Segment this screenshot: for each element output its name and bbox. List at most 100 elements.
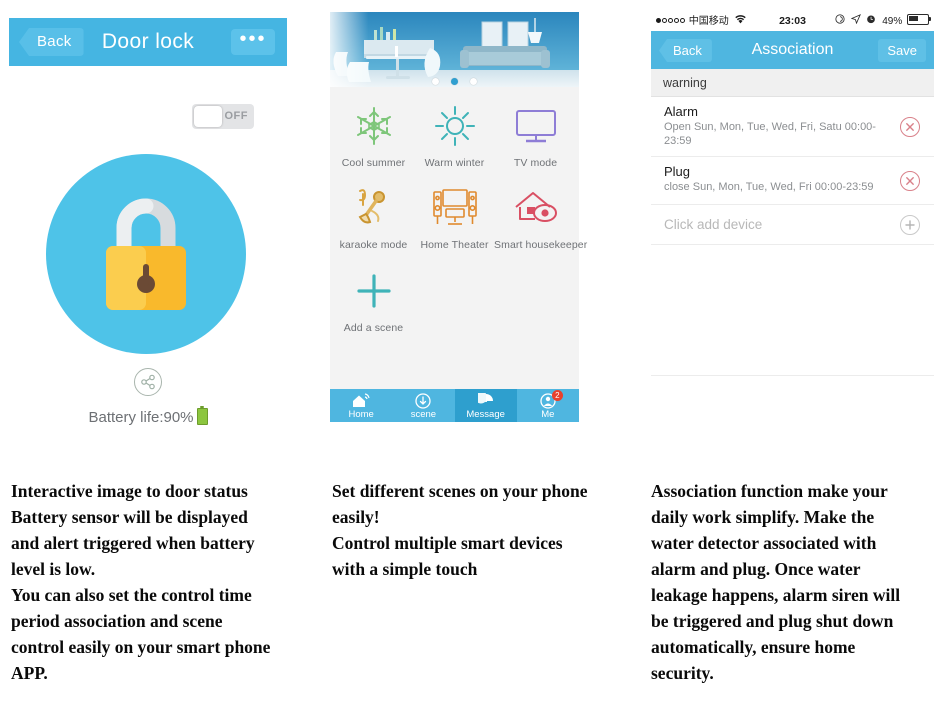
door-lock-header: Door lock Back ••• bbox=[9, 18, 287, 66]
toggle-knob bbox=[194, 106, 222, 127]
caption-line: alarm and plug. Once water bbox=[651, 559, 861, 579]
scene-icon bbox=[392, 392, 454, 409]
rotation-lock-icon bbox=[835, 14, 848, 27]
door-status-indicator[interactable] bbox=[46, 154, 246, 354]
toggle-state-label: OFF bbox=[224, 110, 248, 122]
device-schedule: close Sun, Mon, Tue, Wed, Fri 00:00-23:5… bbox=[664, 181, 874, 193]
back-button[interactable]: Back bbox=[659, 39, 712, 62]
add-device-row[interactable]: Click add device bbox=[651, 205, 934, 245]
carousel-dot[interactable] bbox=[470, 78, 478, 85]
location-arrow-icon bbox=[850, 14, 864, 27]
device-name: Alarm bbox=[664, 104, 698, 119]
add-circle-icon[interactable] bbox=[900, 214, 920, 235]
list-item[interactable]: Plug close Sun, Mon, Tue, Wed, Fri 00:00… bbox=[651, 157, 934, 205]
caption-line: water detector associated with bbox=[651, 533, 877, 553]
caption-line: automatically, ensure home bbox=[651, 637, 856, 657]
association-list: Alarm Open Sun, Mon, Tue, Wed, Fri, Satu… bbox=[651, 97, 934, 376]
tab-me[interactable]: 2 Me bbox=[517, 389, 579, 422]
caption-line: Set different scenes on your phone bbox=[332, 481, 588, 501]
ios-status-bar: 中国移动 23:03 49% bbox=[651, 12, 934, 31]
home-wifi-icon bbox=[330, 392, 392, 409]
message-badge: 2 bbox=[551, 390, 563, 401]
scene-item-cool-summer[interactable]: Cool summer bbox=[332, 97, 415, 169]
tab-label: Me bbox=[541, 409, 555, 420]
scene-label: Smart housekeeper bbox=[494, 239, 588, 251]
house-eye-icon bbox=[494, 179, 577, 237]
phone-screen-association: 中国移动 23:03 49% Association Back Save war… bbox=[651, 12, 934, 424]
device-name: Plug bbox=[664, 164, 691, 179]
battery-percent-label: 49% bbox=[882, 16, 903, 27]
phone-screen-scenes: Cool summer Warm winter TV mode karaoke … bbox=[330, 12, 588, 422]
bottom-tab-bar: Home scene Message 2 Me bbox=[330, 389, 579, 422]
phone-screen-door-lock: Door lock Back ••• OFF Battery life:90% bbox=[9, 18, 287, 426]
scene-label: Add a scene bbox=[343, 322, 404, 334]
scene-item-home-theater[interactable]: Home Theater bbox=[413, 179, 496, 251]
add-device-label: Click add device bbox=[664, 217, 763, 232]
caption-line: easily! bbox=[332, 507, 380, 527]
association-header: Association Back Save bbox=[651, 31, 934, 69]
television-icon bbox=[494, 97, 577, 155]
carousel-dot[interactable] bbox=[431, 78, 439, 85]
pie-chart-icon bbox=[455, 392, 517, 409]
tab-message[interactable]: Message bbox=[454, 389, 517, 422]
padlock-icon bbox=[106, 198, 186, 310]
caption-line: be triggered and plug shut down bbox=[651, 611, 894, 631]
home-theater-icon bbox=[413, 179, 496, 237]
carousel-dot-active[interactable] bbox=[451, 78, 458, 85]
scene-item-add-a-scene[interactable]: Add a scene bbox=[332, 262, 415, 334]
app-screenshot: Door lock Back ••• OFF Battery life:90% … bbox=[0, 0, 945, 702]
caption-line: control easily on your smart phone bbox=[11, 637, 271, 657]
save-button[interactable]: Save bbox=[878, 39, 926, 62]
caption-line: period association and scene bbox=[11, 611, 223, 631]
caption-line: APP. bbox=[11, 663, 48, 683]
caption-association: Association function make your daily work… bbox=[651, 478, 936, 686]
more-options-button[interactable]: ••• bbox=[231, 29, 275, 55]
banner-carousel-dots[interactable] bbox=[330, 72, 579, 87]
tab-scene[interactable]: scene bbox=[392, 389, 454, 422]
status-right: 49% bbox=[835, 12, 931, 31]
snowflake-icon bbox=[332, 97, 415, 155]
scene-item-smart-housekeeper[interactable]: Smart housekeeper bbox=[494, 179, 588, 251]
scene-label: Warm winter bbox=[424, 157, 485, 169]
microphone-icon bbox=[332, 179, 415, 237]
scene-item-tv-mode[interactable]: TV mode bbox=[494, 97, 577, 169]
battery-icon bbox=[196, 406, 208, 425]
battery-life-label: Battery life:90% bbox=[88, 409, 194, 426]
plus-icon bbox=[332, 262, 415, 320]
scene-item-warm-winter[interactable]: Warm winter bbox=[413, 97, 496, 169]
alarm-clock-icon bbox=[866, 15, 879, 27]
battery-icon bbox=[907, 14, 931, 25]
section-header-warning: warning bbox=[651, 69, 934, 97]
caption-line: You can also set the control time bbox=[11, 585, 252, 605]
tab-home[interactable]: Home bbox=[330, 389, 392, 422]
caption-line: level is low. bbox=[11, 559, 96, 579]
scene-label: Cool summer bbox=[341, 157, 406, 169]
scene-item-karaoke-mode[interactable]: karaoke mode bbox=[332, 179, 415, 251]
scene-label: TV mode bbox=[513, 157, 558, 169]
caption-line: and alert triggered when battery bbox=[11, 533, 255, 553]
tab-label: scene bbox=[410, 409, 437, 420]
share-icon[interactable] bbox=[134, 368, 162, 396]
scene-label: karaoke mode bbox=[339, 239, 408, 251]
scene-grid: Cool summer Warm winter TV mode karaoke … bbox=[330, 87, 588, 389]
caption-line: leakage happens, alarm siren will bbox=[651, 585, 901, 605]
caption-line: daily work simplify. Make the bbox=[651, 507, 875, 527]
caption-line: Control multiple smart devices bbox=[332, 533, 563, 553]
back-button[interactable]: Back bbox=[19, 28, 84, 56]
sun-icon bbox=[413, 97, 496, 155]
scene-label: Home Theater bbox=[420, 239, 489, 251]
power-toggle[interactable]: OFF bbox=[192, 104, 254, 129]
device-schedule: Open Sun, Mon, Tue, Wed, Fri, Satu 00:00… bbox=[664, 121, 876, 147]
remove-circle-icon[interactable] bbox=[900, 170, 920, 191]
caption-door-lock: Interactive image to door status Battery … bbox=[11, 478, 311, 686]
caption-line: Association function make your bbox=[651, 481, 888, 501]
person-icon bbox=[517, 392, 579, 409]
caption-line: Battery sensor will be displayed bbox=[11, 507, 248, 527]
caption-line: security. bbox=[651, 663, 714, 683]
remove-circle-icon[interactable] bbox=[900, 116, 920, 137]
list-item[interactable]: Alarm Open Sun, Mon, Tue, Wed, Fri, Satu… bbox=[651, 97, 934, 157]
scene-banner-image[interactable] bbox=[330, 12, 579, 87]
caption-scenes: Set different scenes on your phone easily… bbox=[332, 478, 632, 582]
caption-line: with a simple touch bbox=[332, 559, 478, 579]
tab-label: Message bbox=[466, 409, 505, 420]
